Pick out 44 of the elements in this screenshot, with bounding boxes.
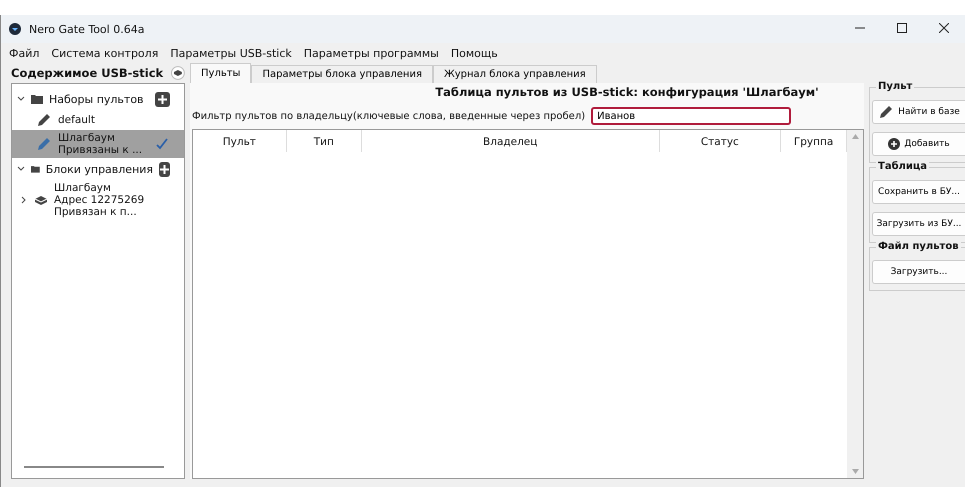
tree-item[interactable]: default [12, 110, 184, 130]
pencil-icon [36, 136, 52, 152]
column-header[interactable]: Тип [286, 130, 362, 152]
chevron-icon[interactable] [17, 94, 25, 102]
tree-item[interactable]: Блоки управления [46, 162, 154, 176]
plus-circle-icon [888, 138, 900, 150]
pencil-icon [36, 112, 52, 128]
folder-icon [31, 164, 40, 174]
menu-item[interactable]: Файл [9, 46, 40, 60]
column-header[interactable]: Статус [660, 130, 782, 152]
column-header[interactable]: Владелец [362, 130, 660, 152]
add-button[interactable] [155, 92, 170, 106]
tree-item[interactable]: Наборы пультов [49, 92, 144, 106]
tab[interactable]: Пульты [190, 63, 252, 83]
action-button[interactable]: Загрузить из БУ... [872, 212, 965, 236]
action-button[interactable]: Загрузить... [872, 260, 965, 284]
group-title: Файл пультов [876, 241, 961, 252]
group-title: Пульт [876, 81, 914, 92]
tree-item[interactable]: Шлагбаум Привязаны к ... [12, 130, 184, 158]
menu-item[interactable]: Параметры программы [304, 46, 439, 60]
chevron-icon[interactable] [20, 196, 28, 204]
folder-icon [31, 94, 43, 104]
tab[interactable]: Журнал блока управления [432, 65, 597, 83]
chevron-icon[interactable] [17, 164, 25, 172]
tab[interactable]: Параметры блока управления [251, 65, 433, 83]
action-button[interactable]: Сохранить в БУ... [872, 180, 965, 204]
menu-item[interactable]: Система контроля [51, 46, 158, 60]
menu-item[interactable]: Помощь [450, 46, 498, 60]
column-header[interactable]: Пульт [193, 130, 287, 152]
tree-item[interactable]: Шлагбаум Адрес 12275269 Привязан к п... [12, 180, 184, 220]
menu-item[interactable]: Параметры USB-stick [170, 46, 292, 60]
group-title: Таблица [876, 161, 930, 172]
action-button[interactable]: Найти в базе [872, 100, 965, 124]
filter-label: Фильтр пультов по владельцу(ключевые слова, введенные через пробел) [192, 110, 586, 122]
pencil-icon [878, 104, 894, 120]
action-button[interactable]: Добавить [872, 132, 965, 156]
chip-icon [34, 194, 48, 206]
chip-icon[interactable] [171, 66, 185, 80]
add-button[interactable] [159, 162, 170, 176]
filter-field[interactable]: Иванов [591, 107, 792, 125]
app-icon [9, 23, 21, 35]
window-title: Nero Gate Tool 0.64a [29, 22, 144, 36]
table-heading: Таблица пультов из USB-stick: конфигурация 'Шлагбаум' [434, 84, 820, 99]
sidebar-title: Содержимое USB-stick [11, 66, 164, 80]
